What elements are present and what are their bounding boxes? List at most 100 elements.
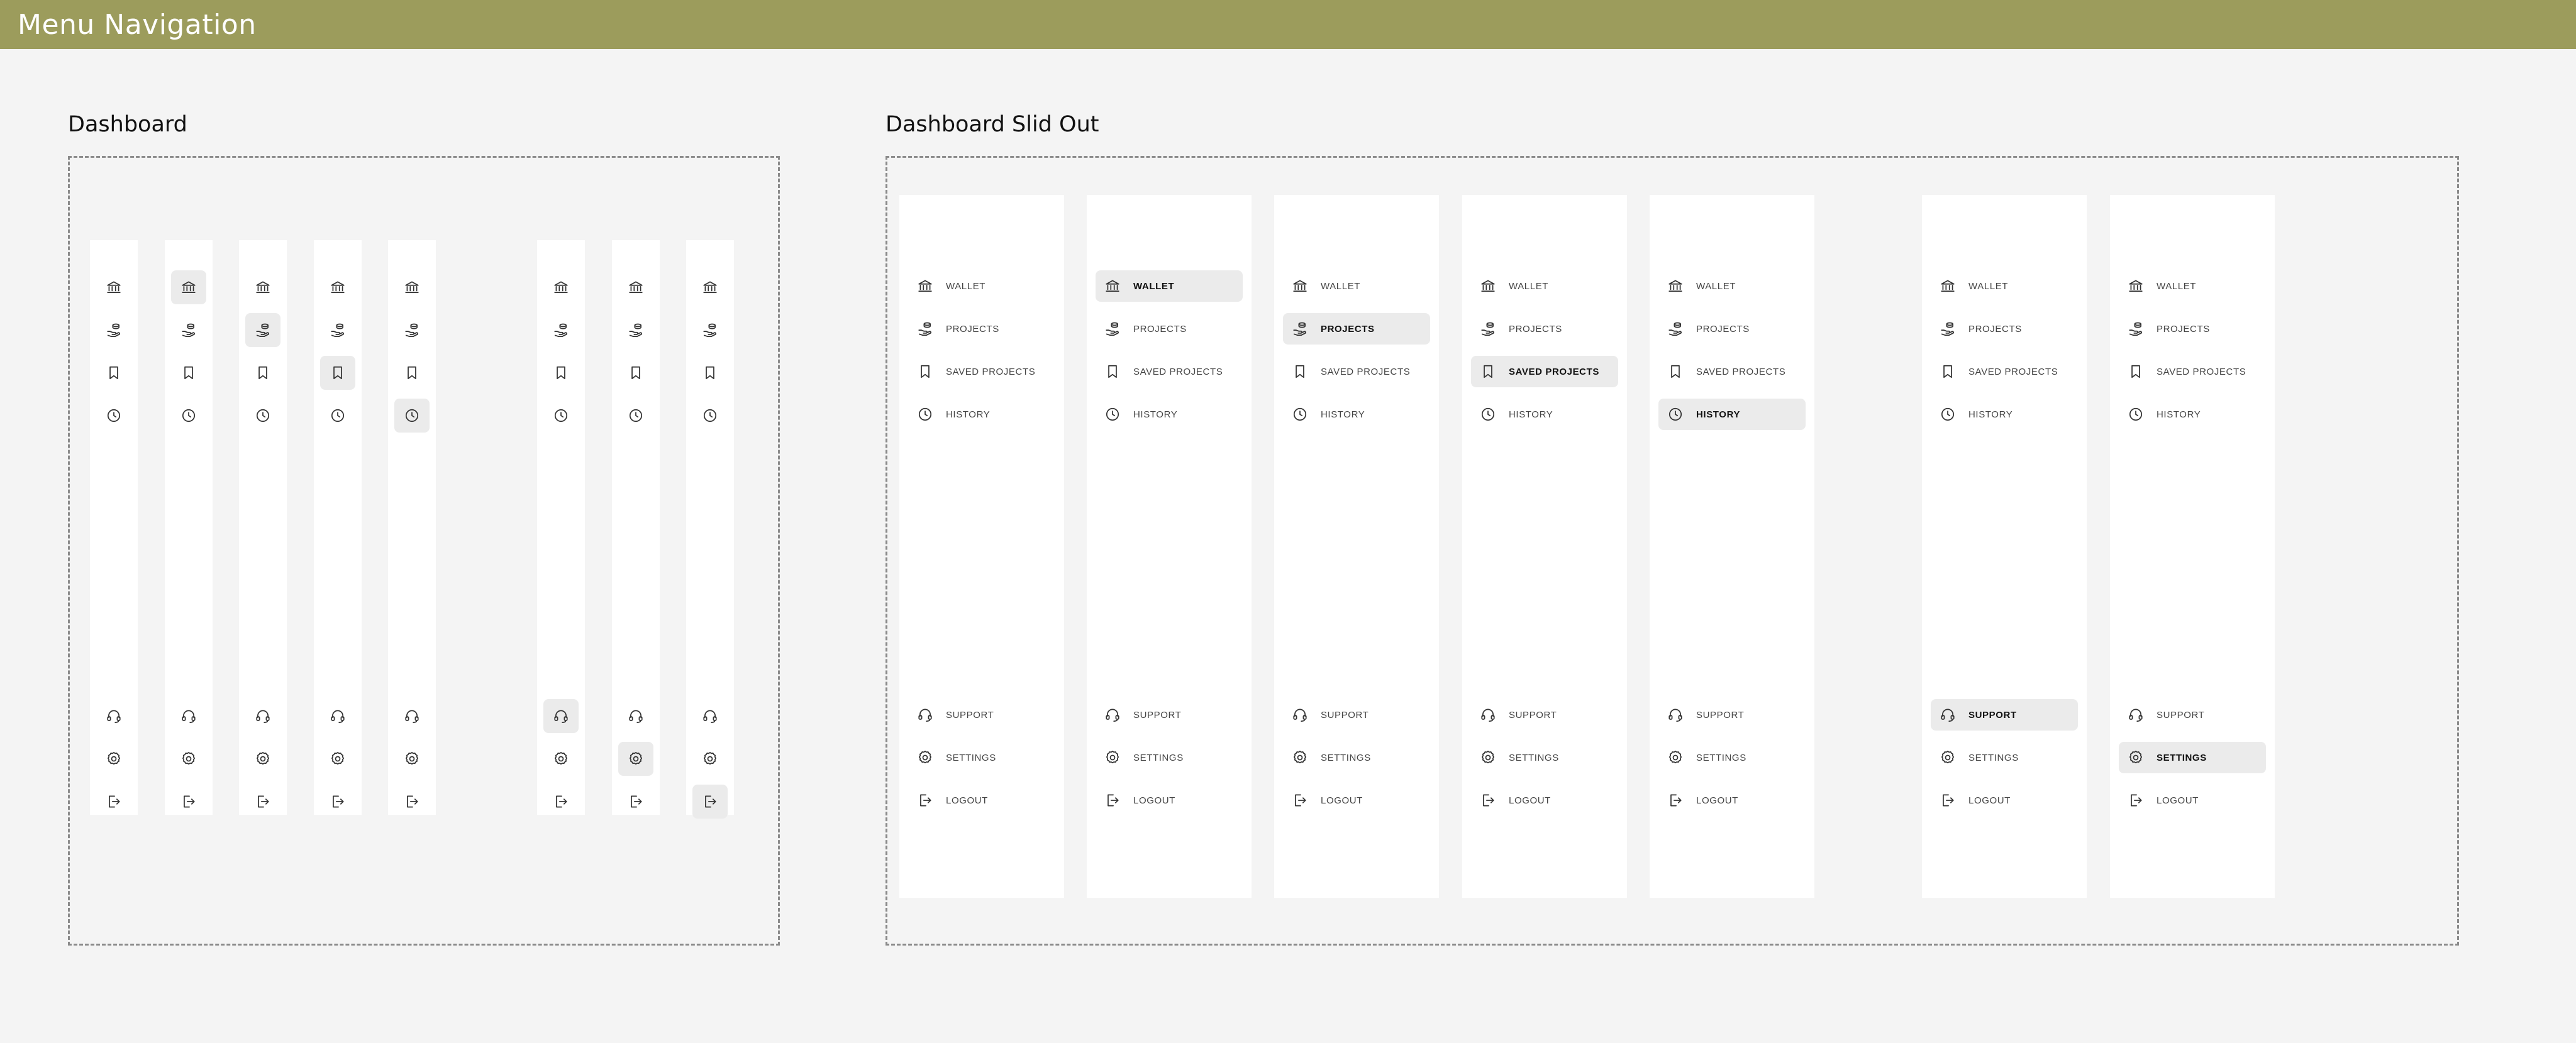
menu-item-wallet[interactable] — [320, 270, 355, 304]
menu-item-wallet[interactable] — [96, 270, 131, 304]
menu-item-projects[interactable] — [692, 313, 728, 347]
menu-item-saved-projects[interactable]: SAVED PROJECTS — [2119, 356, 2266, 387]
menu-item-settings[interactable] — [320, 742, 355, 776]
menu-item-settings[interactable]: SETTINGS — [1658, 742, 1806, 773]
menu-item-settings[interactable] — [692, 742, 728, 776]
menu-item-saved-projects[interactable]: SAVED PROJECTS — [1096, 356, 1243, 387]
menu-item-settings[interactable]: SETTINGS — [908, 742, 1055, 773]
menu-item-logout[interactable] — [394, 785, 430, 819]
menu-item-projects[interactable]: PROJECTS — [1471, 313, 1618, 345]
menu-item-logout[interactable]: LOGOUT — [2119, 785, 2266, 816]
menu-item-history[interactable] — [171, 399, 206, 433]
menu-item-wallet[interactable]: WALLET — [1931, 270, 2078, 302]
menu-item-history[interactable] — [543, 399, 579, 433]
menu-item-support[interactable] — [96, 699, 131, 733]
menu-item-logout[interactable] — [171, 785, 206, 819]
menu-item-support[interactable] — [394, 699, 430, 733]
menu-item-wallet[interactable] — [692, 270, 728, 304]
menu-item-saved-projects[interactable] — [394, 356, 430, 390]
menu-item-support[interactable]: SUPPORT — [1471, 699, 1618, 731]
menu-item-wallet[interactable]: WALLET — [908, 270, 1055, 302]
menu-item-support[interactable] — [618, 699, 653, 733]
menu-item-history[interactable]: HISTORY — [1931, 399, 2078, 430]
menu-item-projects[interactable]: PROJECTS — [1283, 313, 1430, 345]
menu-item-saved-projects[interactable] — [543, 356, 579, 390]
menu-item-projects[interactable] — [171, 313, 206, 347]
menu-item-wallet[interactable]: WALLET — [1471, 270, 1618, 302]
menu-item-projects[interactable] — [618, 313, 653, 347]
menu-item-support[interactable] — [543, 699, 579, 733]
menu-item-saved-projects[interactable] — [618, 356, 653, 390]
menu-item-settings[interactable]: SETTINGS — [1283, 742, 1430, 773]
menu-item-projects[interactable]: PROJECTS — [1096, 313, 1243, 345]
menu-item-saved-projects[interactable]: SAVED PROJECTS — [1658, 356, 1806, 387]
menu-item-saved-projects[interactable]: SAVED PROJECTS — [1471, 356, 1618, 387]
menu-item-history[interactable] — [245, 399, 280, 433]
menu-item-settings[interactable] — [394, 742, 430, 776]
menu-item-support[interactable]: SUPPORT — [2119, 699, 2266, 731]
menu-item-settings[interactable] — [618, 742, 653, 776]
menu-item-saved-projects[interactable] — [692, 356, 728, 390]
menu-item-logout[interactable]: LOGOUT — [1931, 785, 2078, 816]
menu-item-support[interactable] — [171, 699, 206, 733]
menu-item-saved-projects[interactable]: SAVED PROJECTS — [1931, 356, 2078, 387]
menu-item-logout[interactable]: LOGOUT — [1658, 785, 1806, 816]
menu-item-wallet[interactable]: WALLET — [1283, 270, 1430, 302]
menu-item-wallet[interactable]: WALLET — [1658, 270, 1806, 302]
menu-item-logout[interactable] — [618, 785, 653, 819]
menu-item-logout[interactable] — [96, 785, 131, 819]
menu-item-wallet[interactable] — [618, 270, 653, 304]
menu-item-projects[interactable] — [96, 313, 131, 347]
menu-item-saved-projects[interactable] — [245, 356, 280, 390]
menu-item-projects[interactable]: PROJECTS — [908, 313, 1055, 345]
menu-item-history[interactable]: HISTORY — [1283, 399, 1430, 430]
menu-item-logout[interactable]: LOGOUT — [908, 785, 1055, 816]
menu-item-support[interactable]: SUPPORT — [1931, 699, 2078, 731]
menu-item-wallet[interactable] — [245, 270, 280, 304]
menu-item-support[interactable]: SUPPORT — [1283, 699, 1430, 731]
menu-item-history[interactable]: HISTORY — [1658, 399, 1806, 430]
menu-item-saved-projects[interactable]: SAVED PROJECTS — [908, 356, 1055, 387]
menu-item-settings[interactable] — [245, 742, 280, 776]
menu-item-saved-projects[interactable]: SAVED PROJECTS — [1283, 356, 1430, 387]
menu-item-support[interactable] — [245, 699, 280, 733]
menu-item-history[interactable] — [692, 399, 728, 433]
menu-item-history[interactable]: HISTORY — [2119, 399, 2266, 430]
menu-item-projects[interactable] — [394, 313, 430, 347]
menu-item-wallet[interactable]: WALLET — [2119, 270, 2266, 302]
menu-item-settings[interactable] — [96, 742, 131, 776]
menu-item-support[interactable] — [692, 699, 728, 733]
menu-item-history[interactable]: HISTORY — [1096, 399, 1243, 430]
menu-item-history[interactable] — [394, 399, 430, 433]
menu-item-support[interactable] — [320, 699, 355, 733]
menu-item-history[interactable] — [320, 399, 355, 433]
menu-item-logout[interactable] — [320, 785, 355, 819]
menu-item-settings[interactable] — [171, 742, 206, 776]
menu-item-logout[interactable] — [543, 785, 579, 819]
menu-item-saved-projects[interactable] — [96, 356, 131, 390]
menu-item-settings[interactable]: SETTINGS — [2119, 742, 2266, 773]
menu-item-logout[interactable]: LOGOUT — [1471, 785, 1618, 816]
menu-item-logout[interactable] — [245, 785, 280, 819]
menu-item-logout[interactable] — [692, 785, 728, 819]
menu-item-settings[interactable]: SETTINGS — [1471, 742, 1618, 773]
menu-item-projects[interactable] — [543, 313, 579, 347]
menu-item-settings[interactable] — [543, 742, 579, 776]
menu-item-saved-projects[interactable] — [171, 356, 206, 390]
menu-item-history[interactable] — [618, 399, 653, 433]
menu-item-logout[interactable]: LOGOUT — [1096, 785, 1243, 816]
menu-item-history[interactable] — [96, 399, 131, 433]
menu-item-projects[interactable]: PROJECTS — [2119, 313, 2266, 345]
menu-item-history[interactable]: HISTORY — [1471, 399, 1618, 430]
menu-item-projects[interactable]: PROJECTS — [1658, 313, 1806, 345]
menu-item-saved-projects[interactable] — [320, 356, 355, 390]
menu-item-wallet[interactable]: WALLET — [1096, 270, 1243, 302]
menu-item-support[interactable]: SUPPORT — [908, 699, 1055, 731]
menu-item-wallet[interactable] — [394, 270, 430, 304]
menu-item-support[interactable]: SUPPORT — [1096, 699, 1243, 731]
menu-item-history[interactable]: HISTORY — [908, 399, 1055, 430]
menu-item-wallet[interactable] — [543, 270, 579, 304]
menu-item-logout[interactable]: LOGOUT — [1283, 785, 1430, 816]
menu-item-settings[interactable]: SETTINGS — [1931, 742, 2078, 773]
menu-item-support[interactable]: SUPPORT — [1658, 699, 1806, 731]
